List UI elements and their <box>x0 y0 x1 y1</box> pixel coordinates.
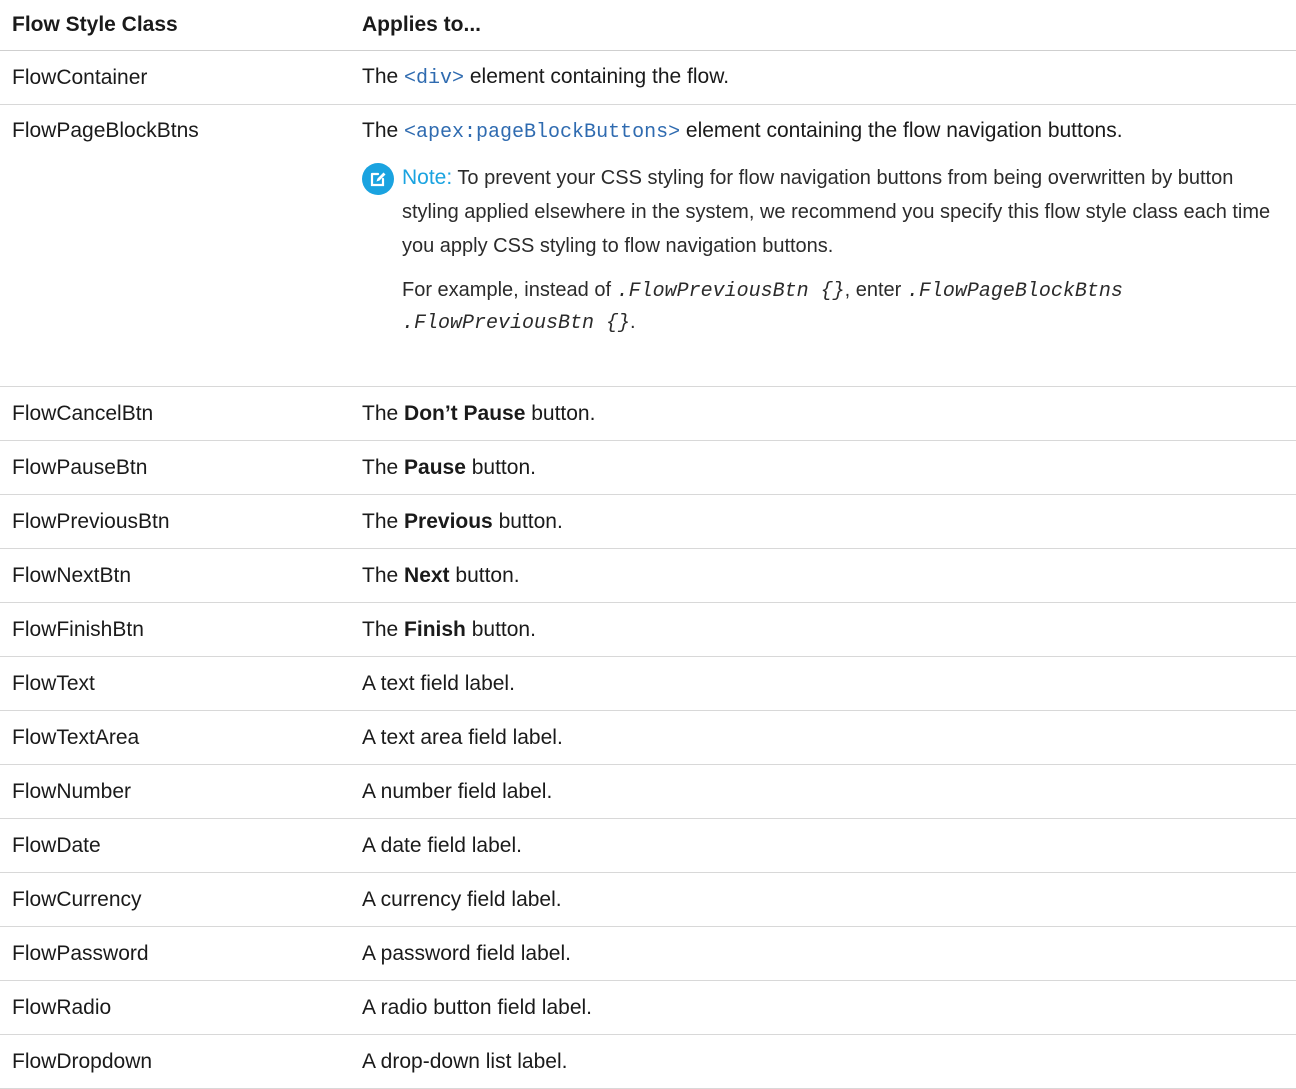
style-class-cell: FlowPauseBtn <box>12 455 148 479</box>
description-cell: The <apex:pageBlockButtons> element cont… <box>362 105 1296 339</box>
description-suffix: element containing the flow. <box>464 64 730 88</box>
table-row: FlowCurrency A currency field label. <box>0 873 1296 927</box>
code-snippet: <div> <box>404 66 465 90</box>
style-class-cell: FlowCancelBtn <box>12 401 154 425</box>
table-row: FlowNumber A number field label. <box>0 765 1296 819</box>
button-name: Don’t Pause <box>404 401 526 425</box>
note-text: To prevent your CSS styling for flow nav… <box>402 167 1271 257</box>
description-cell: A currency field label. <box>362 887 562 911</box>
header-flow-style-class: Flow Style Class <box>12 13 178 36</box>
button-name: Next <box>404 563 450 587</box>
style-class-cell: FlowNumber <box>12 779 132 803</box>
description-suffix: element containing the flow navigation b… <box>680 119 1123 142</box>
description-cell: The Previous button. <box>362 509 1296 535</box>
description-prefix: The <box>362 617 405 641</box>
example-prefix: For example, instead of <box>402 279 617 301</box>
description-suffix: button. <box>465 617 536 641</box>
example-code-old: .FlowPreviousBtn {} <box>616 280 845 303</box>
table-row: FlowText A text field label. <box>0 657 1296 711</box>
description-cell: The Don’t Pause button. <box>362 401 1296 427</box>
description-cell: The Finish button. <box>362 617 1296 643</box>
style-class-cell: FlowPassword <box>12 941 149 965</box>
style-class-cell: FlowNextBtn <box>12 563 132 587</box>
description-suffix: button. <box>492 509 563 533</box>
description-cell: A text area field label. <box>362 725 563 749</box>
table-row: FlowTextArea A text area field label. <box>0 711 1296 765</box>
table-row: FlowCancelBtn The Don’t Pause button. <box>0 387 1296 441</box>
table-row: FlowRadio A radio button field label. <box>0 981 1296 1035</box>
description-suffix: button. <box>449 563 520 587</box>
style-class-cell: FlowRadio <box>12 995 112 1019</box>
button-name: Previous <box>404 509 493 533</box>
style-class-cell: FlowDate <box>12 833 101 857</box>
note-body: Note: To prevent your CSS styling for fl… <box>402 161 1286 339</box>
description-text: The <apex:pageBlockButtons> element cont… <box>362 118 1286 146</box>
table-row: FlowDate A date field label. <box>0 819 1296 873</box>
style-class-cell: FlowDropdown <box>12 1049 153 1073</box>
note-callout: Note: To prevent your CSS styling for fl… <box>362 161 1286 339</box>
description-cell: A drop-down list label. <box>362 1049 568 1073</box>
description-prefix: The <box>362 64 405 88</box>
example-suffix: . <box>630 311 636 333</box>
flow-style-table: Flow Style Class Applies to... FlowConta… <box>0 0 1296 1089</box>
description-cell: A password field label. <box>362 941 571 965</box>
description-cell: A number field label. <box>362 779 553 803</box>
description-prefix: The <box>362 455 405 479</box>
description-cell: The Next button. <box>362 563 1296 589</box>
style-class-cell: FlowTextArea <box>12 725 140 749</box>
description-cell: A radio button field label. <box>362 995 592 1019</box>
style-class-cell: FlowCurrency <box>12 887 142 911</box>
table-row: FlowPauseBtn The Pause button. <box>0 441 1296 495</box>
description-cell: The Pause button. <box>362 455 1296 481</box>
example-mid: , enter <box>844 279 907 301</box>
table-header-row: Flow Style Class Applies to... <box>0 0 1296 51</box>
table-row: FlowDropdown A drop-down list label. <box>0 1035 1296 1089</box>
description-prefix: The <box>362 509 405 533</box>
table-row: FlowPassword A password field label. <box>0 927 1296 981</box>
description-prefix: The <box>362 401 405 425</box>
description-prefix: The <box>362 119 405 142</box>
description-prefix: The <box>362 563 405 587</box>
note-paragraph: Note: To prevent your CSS styling for fl… <box>402 161 1286 263</box>
table-row: FlowNextBtn The Next button. <box>0 549 1296 603</box>
description-cell: The <div> element containing the flow. <box>362 64 1296 92</box>
style-class-cell: FlowPreviousBtn <box>12 509 170 533</box>
button-name: Pause <box>404 455 466 479</box>
table-row: FlowContainer The <div> element containi… <box>0 51 1296 105</box>
table-row: FlowFinishBtn The Finish button. <box>0 603 1296 657</box>
style-class-cell: FlowContainer <box>12 65 148 89</box>
description-suffix: button. <box>525 401 596 425</box>
description-cell: A text field label. <box>362 671 515 695</box>
style-class-cell: FlowPageBlockBtns <box>12 119 199 142</box>
style-class-cell: FlowFinishBtn <box>12 617 144 641</box>
description-cell: A date field label. <box>362 833 522 857</box>
table-row: FlowPageBlockBtns The <apex:pageBlockBut… <box>0 105 1296 387</box>
note-label: Note: <box>402 166 453 189</box>
note-example: For example, instead of .FlowPreviousBtn… <box>402 275 1286 339</box>
code-snippet: <apex:pageBlockButtons> <box>404 121 681 144</box>
header-applies-to: Applies to... <box>362 13 482 36</box>
edit-note-icon <box>362 161 402 339</box>
button-name: Finish <box>404 617 466 641</box>
style-class-cell: FlowText <box>12 671 95 695</box>
table-row: FlowPreviousBtn The Previous button. <box>0 495 1296 549</box>
description-suffix: button. <box>465 455 536 479</box>
